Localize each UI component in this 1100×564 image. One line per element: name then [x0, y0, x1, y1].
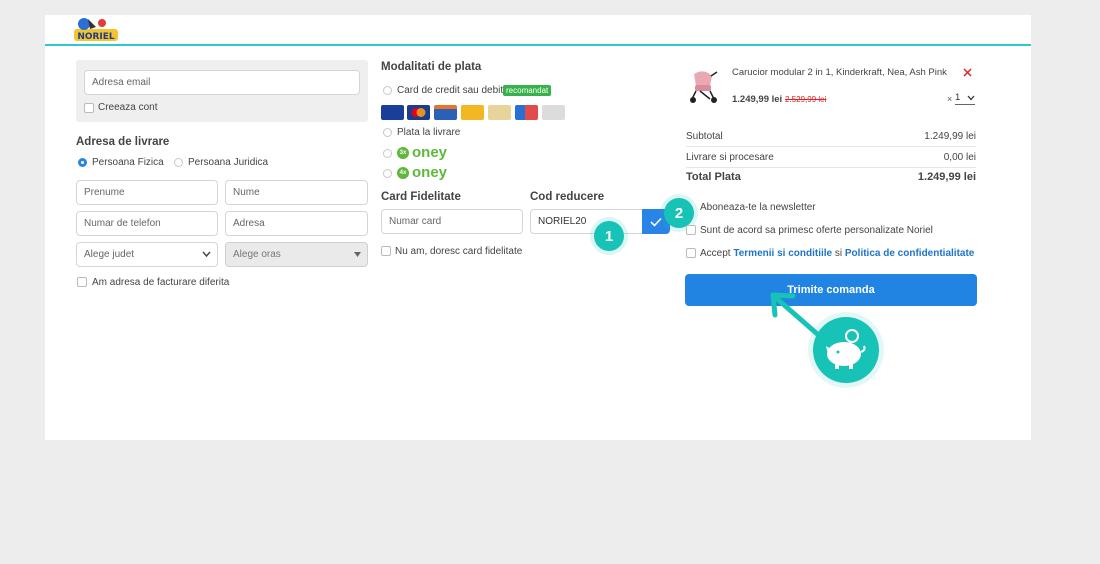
qty-prefix: ×: [947, 94, 953, 104]
checkout-page: NORIEL Adresa email Creeaza cont Adresa …: [45, 15, 1031, 440]
shipping-row: Livrare si procesare 0,00 lei: [686, 152, 976, 168]
product-old-price: 2.529,99 lei: [785, 95, 827, 104]
product-thumbnail: [686, 68, 720, 104]
cash-on-delivery-label: Plata la livrare: [397, 127, 461, 138]
privacy-link[interactable]: Politica de confidentialitate: [845, 248, 974, 259]
create-account-label: Creeaza cont: [98, 102, 158, 113]
billing-different-checkbox[interactable]: [77, 277, 87, 287]
oney-3x-logo: 3x oney: [397, 144, 447, 161]
caret-down-icon: [354, 252, 361, 257]
offers-checkbox[interactable]: [686, 225, 696, 235]
quantity-select[interactable]: 1: [955, 92, 975, 105]
step-two-marker: 2: [664, 198, 694, 228]
radio-physical-label: Persoana Fizica: [92, 157, 164, 168]
delivery-title: Adresa de livrare: [76, 136, 170, 148]
product-name: Carucior modular 2 in 1, Kinderkraft, Ne…: [732, 67, 947, 78]
no-loyalty-card-checkbox[interactable]: [381, 246, 391, 256]
close-icon[interactable]: [963, 68, 972, 77]
city-select[interactable]: Alege oras: [225, 242, 368, 267]
first-name-field[interactable]: Prenume: [76, 180, 218, 205]
create-account-checkbox[interactable]: [84, 103, 94, 113]
check-icon: [650, 217, 662, 227]
svg-text:NORIEL: NORIEL: [77, 32, 115, 42]
product-price: 1.249,99 lei: [732, 94, 783, 105]
subtotal-row: Subtotal 1.249,99 lei: [686, 131, 976, 147]
terms-checkbox[interactable]: [686, 248, 696, 258]
mastercard-icon: [407, 105, 430, 120]
bank-card-icon: [434, 105, 457, 120]
payment-title: Modalitati de plata: [381, 61, 482, 73]
noriel-logo[interactable]: NORIEL: [72, 17, 120, 43]
no-loyalty-card-label: Nu am, doresc card fidelitate: [395, 246, 523, 257]
recommended-badge: recomandat: [503, 85, 552, 96]
radio-oney-3x[interactable]: [383, 149, 392, 158]
loyalty-title: Card Fidelitate: [381, 191, 461, 203]
oney-4x-logo: 4x oney: [397, 164, 447, 181]
chevron-down-icon: [967, 95, 975, 101]
piggy-bank-icon: [808, 312, 884, 388]
step-one-marker: 1: [594, 221, 624, 251]
address-field[interactable]: Adresa: [225, 211, 368, 236]
radio-physical[interactable]: [78, 158, 87, 167]
grey-card-icon: [542, 105, 565, 120]
newsletter-label: Aboneaza-te la newsletter: [700, 202, 816, 213]
partner-card-icon: [515, 105, 538, 120]
oney-3x-badge: 3x: [397, 146, 409, 159]
last-name-field[interactable]: Nume: [225, 180, 368, 205]
offers-label: Sunt de acord sa primesc oferte personal…: [700, 225, 933, 236]
radio-cash-on-delivery[interactable]: [383, 128, 392, 137]
phone-field[interactable]: Numar de telefon: [76, 211, 218, 236]
county-select[interactable]: Alege judet: [76, 242, 218, 267]
coupon-title: Cod reducere: [530, 191, 605, 203]
card-option-label: Card de credit sau debit: [397, 85, 504, 96]
radio-legal-label: Persoana Juridica: [188, 157, 269, 168]
total-row: Total Plata 1.249,99 lei: [686, 171, 976, 183]
oney-4x-badge: 4x: [397, 166, 409, 179]
billing-different-label: Am adresa de facturare diferita: [92, 277, 230, 288]
chevron-down-icon: [202, 251, 211, 258]
coupon-field[interactable]: NORIEL20: [530, 209, 643, 234]
visa-card-icon: [381, 105, 404, 120]
email-field[interactable]: Adresa email: [84, 70, 360, 95]
terms-label: Accept Termenii si conditiile si Politic…: [700, 248, 975, 259]
radio-card[interactable]: [383, 86, 392, 95]
gold-card-icon: [461, 105, 484, 120]
radio-legal[interactable]: [174, 158, 183, 167]
loyalty-card-field[interactable]: Numar card: [381, 209, 523, 234]
terms-link[interactable]: Termenii si conditiile: [733, 248, 832, 259]
beige-card-icon: [488, 105, 511, 120]
radio-oney-4x[interactable]: [383, 169, 392, 178]
site-header: NORIEL: [45, 15, 1031, 46]
